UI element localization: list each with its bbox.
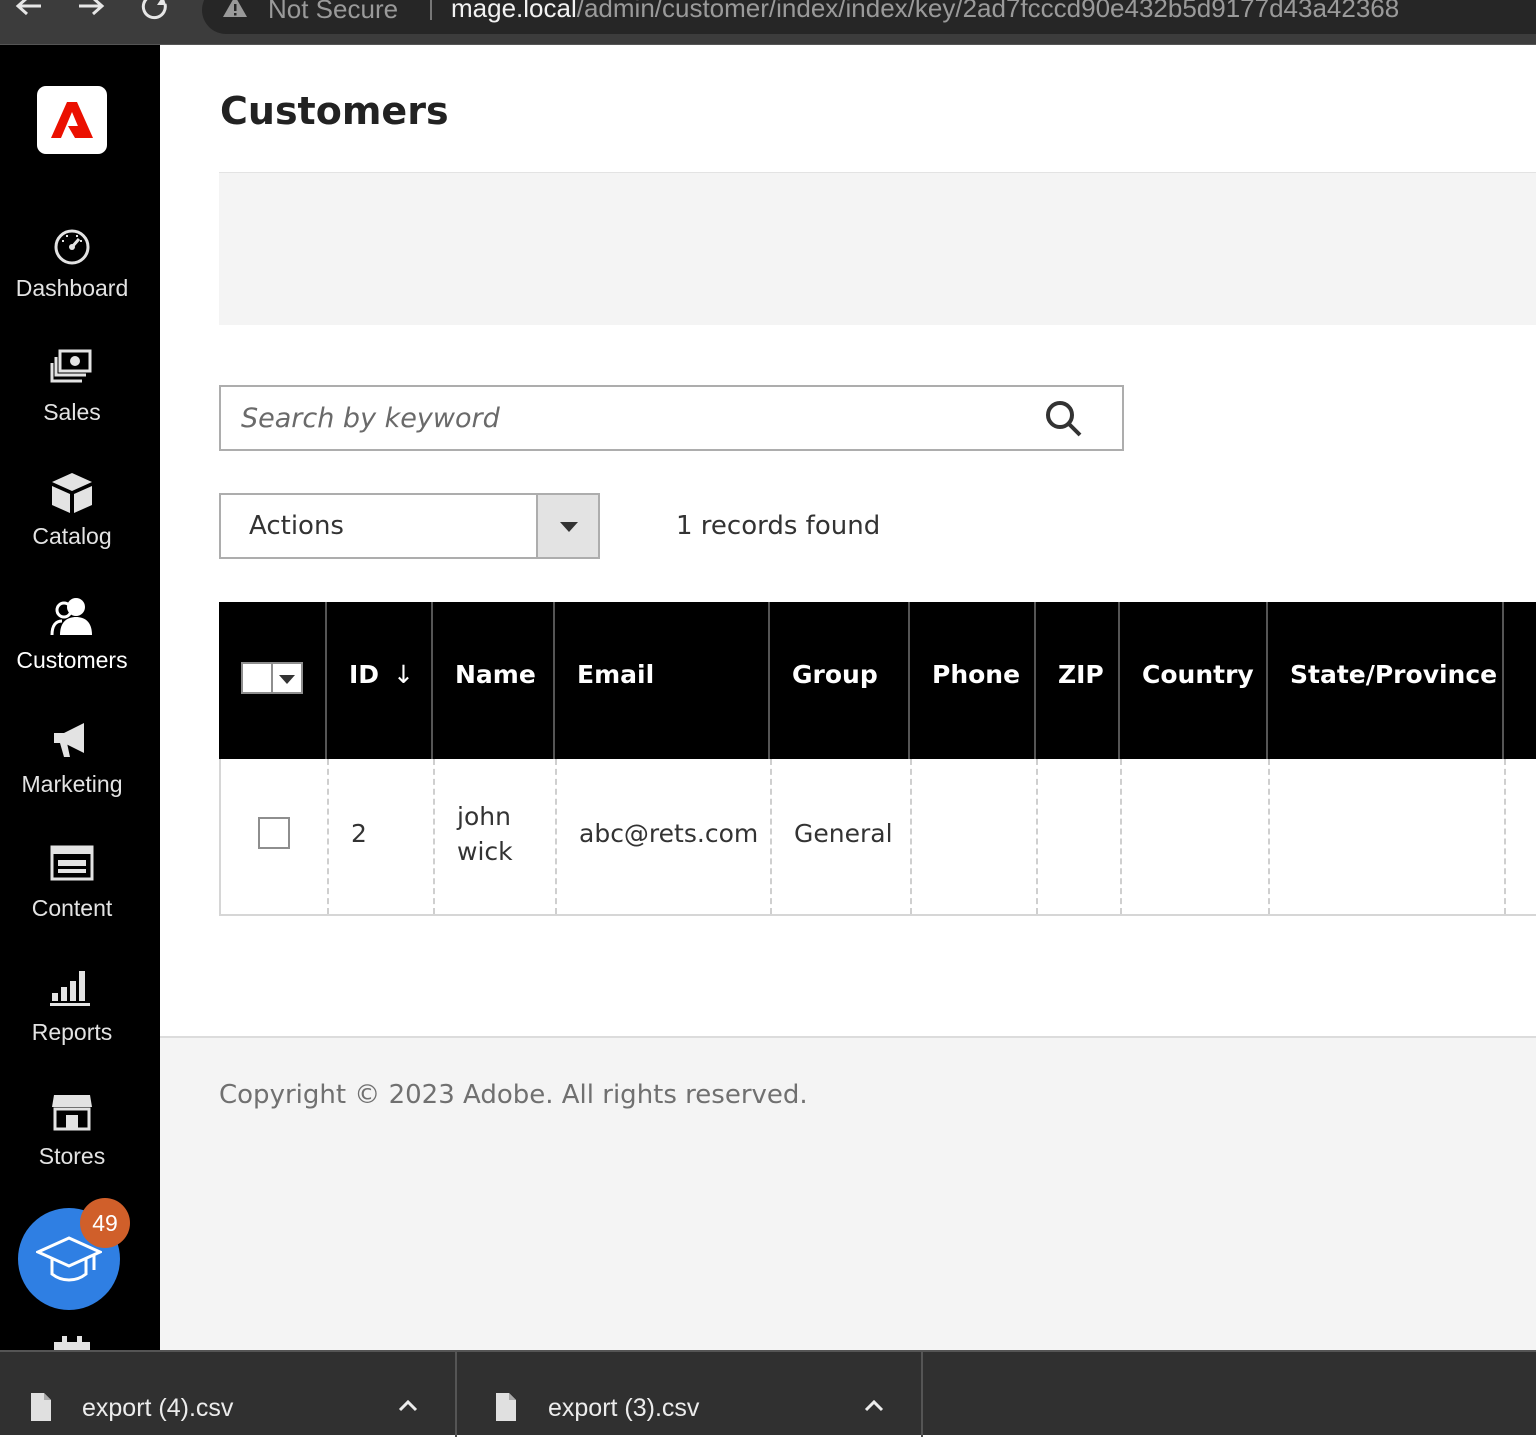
sidebar-item-reports[interactable]: Reports <box>0 969 160 1079</box>
header-zip[interactable]: ZIP <box>1036 602 1120 759</box>
sidebar-item-content[interactable]: Content <box>0 845 160 955</box>
actions-dropdown[interactable]: Actions <box>219 493 600 559</box>
sidebar-item-label: Marketing <box>21 771 123 797</box>
stores-icon <box>50 1093 94 1137</box>
reports-icon <box>50 969 94 1013</box>
sidebar-item-label: Customers <box>16 647 128 673</box>
chevron-up-icon[interactable] <box>863 1396 885 1416</box>
main-content: Customers Actions 1 records found ID ↓ N… <box>160 45 1536 1350</box>
header-label: Group <box>792 660 878 689</box>
sidebar-item-label: Content <box>31 895 113 921</box>
browser-toolbar: Not Secure mage.local/admin/customer/ind… <box>0 0 1536 45</box>
download-item[interactable]: export (3).csv <box>457 1352 923 1437</box>
grid-header: ID ↓ Name Email Group Phone ZIP Country … <box>219 602 1536 759</box>
header-group[interactable]: Group <box>770 602 910 759</box>
cell-text: General <box>794 819 893 848</box>
cell-name: john wick <box>435 759 557 914</box>
url-path: /admin/customer/index/index/key/2ad7fccc… <box>576 0 1400 23</box>
chevron-down-icon[interactable] <box>536 495 598 557</box>
header-country[interactable]: Country <box>1120 602 1268 759</box>
download-filename: export (3).csv <box>548 1394 700 1422</box>
header-name[interactable]: Name <box>433 602 555 759</box>
back-icon[interactable] <box>8 0 48 22</box>
sales-icon <box>50 349 94 393</box>
chevron-down-icon[interactable] <box>279 675 295 684</box>
customers-grid: ID ↓ Name Email Group Phone ZIP Country … <box>219 602 1536 916</box>
header-label: ZIP <box>1058 660 1104 689</box>
admin-sidebar: Dashboard Sales Catalog Customers Market… <box>0 45 160 1350</box>
download-shelf: export (4).csv export (3).csv <box>0 1350 1536 1437</box>
sidebar-item-dashboard[interactable]: Dashboard <box>0 225 160 335</box>
download-item[interactable]: export (4).csv <box>0 1352 457 1437</box>
search-input[interactable] <box>241 397 1021 439</box>
cell-id: 2 <box>329 759 435 914</box>
warning-icon <box>222 0 248 18</box>
header-label: ID <box>349 660 380 689</box>
mass-select-checkbox[interactable] <box>243 664 273 692</box>
sidebar-item-label: Sales <box>43 399 101 425</box>
reload-icon[interactable] <box>136 0 176 22</box>
header-state[interactable]: State/Province <box>1268 602 1504 759</box>
cell-state <box>1270 759 1506 914</box>
cell-text: john wick <box>457 799 513 869</box>
records-count: 1 records found <box>676 511 881 541</box>
keyword-search <box>219 385 1124 451</box>
cell-text: 2 <box>351 819 367 848</box>
header-phone[interactable]: Phone <box>910 602 1036 759</box>
sidebar-item-label: Dashboard <box>15 275 129 301</box>
header-mass-select <box>219 602 327 759</box>
forward-icon[interactable] <box>72 0 112 22</box>
cell-country <box>1122 759 1270 914</box>
url-host: mage.local <box>451 0 577 23</box>
adobe-logo[interactable] <box>37 86 107 154</box>
row-checkbox[interactable] <box>258 817 290 849</box>
security-label[interactable]: Not Secure <box>268 0 398 25</box>
sidebar-item-sales[interactable]: Sales <box>0 349 160 459</box>
name-line: john <box>457 802 511 831</box>
sidebar-item-label: Stores <box>38 1143 106 1169</box>
cell-select <box>221 759 329 914</box>
url-text[interactable]: mage.local/admin/customer/index/index/ke… <box>451 0 1399 24</box>
sidebar-item-marketing[interactable]: Marketing <box>0 721 160 831</box>
cell-phone <box>912 759 1038 914</box>
file-icon <box>495 1392 517 1422</box>
download-filename: export (4).csv <box>82 1394 234 1422</box>
extensions-icon[interactable] <box>50 1334 94 1350</box>
header-label: Name <box>455 660 536 689</box>
cell-zip <box>1038 759 1122 914</box>
content-icon <box>50 845 94 889</box>
header-label: State/Province <box>1290 660 1498 689</box>
file-icon <box>30 1392 52 1422</box>
search-icon[interactable] <box>1044 399 1084 439</box>
address-divider <box>430 0 432 20</box>
sidebar-item-label: Catalog <box>32 523 112 549</box>
sidebar-item-label: Reports <box>31 1019 113 1045</box>
cell-text: abc@rets.com <box>579 819 759 848</box>
table-row[interactable]: 2 john wick abc@rets.com General <box>219 759 1536 916</box>
header-label: Phone <box>932 660 1021 689</box>
sort-arrow-icon: ↓ <box>393 660 414 689</box>
page-title: Customers <box>220 89 449 133</box>
catalog-icon <box>50 473 94 517</box>
notification-badge: 49 <box>80 1198 130 1248</box>
sidebar-item-stores[interactable]: Stores <box>0 1093 160 1203</box>
header-label: Country <box>1142 660 1254 689</box>
page-footer: Copyright © 2023 Adobe. All rights reser… <box>160 1036 1536 1350</box>
dashboard-icon <box>50 225 94 269</box>
sidebar-item-customers[interactable]: Customers <box>0 597 160 707</box>
sidebar-item-catalog[interactable]: Catalog <box>0 473 160 583</box>
customers-icon <box>50 597 94 641</box>
header-label: Email <box>577 660 655 689</box>
header-email[interactable]: Email <box>555 602 770 759</box>
cell-group: General <box>772 759 912 914</box>
cell-email: abc@rets.com <box>557 759 772 914</box>
actions-label: Actions <box>249 511 344 541</box>
page-actions-panel <box>219 172 1536 325</box>
copyright-text: Copyright © 2023 Adobe. All rights reser… <box>219 1080 808 1110</box>
name-line: wick <box>457 837 513 866</box>
chevron-up-icon[interactable] <box>397 1396 419 1416</box>
marketing-icon <box>50 721 94 765</box>
header-id[interactable]: ID ↓ <box>327 602 433 759</box>
mass-select-dropdown[interactable] <box>241 662 303 694</box>
